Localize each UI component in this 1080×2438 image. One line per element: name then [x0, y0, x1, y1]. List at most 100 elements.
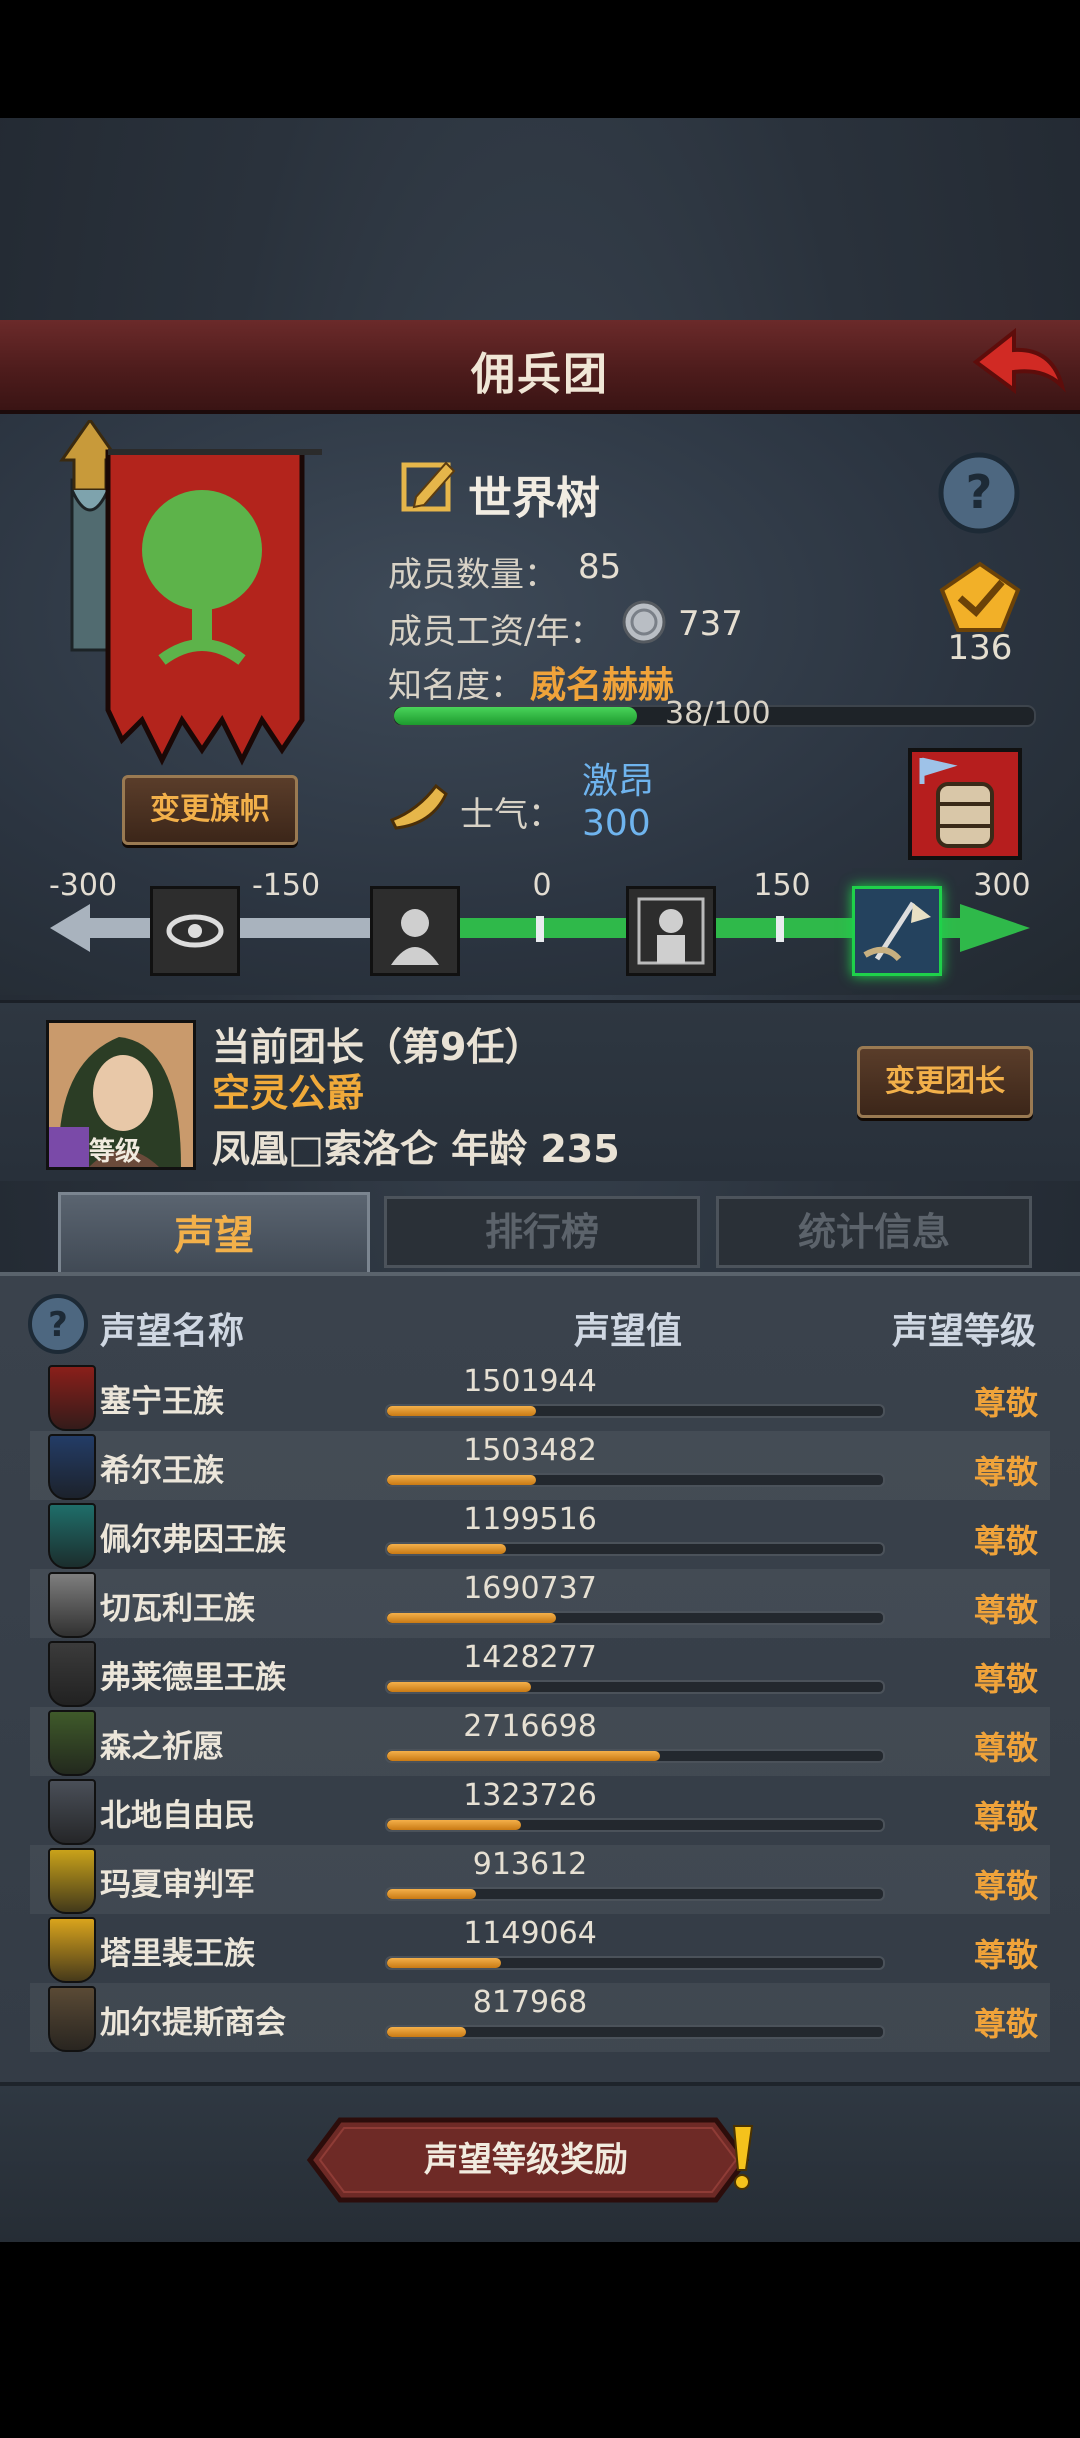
fame-progress-fill	[394, 707, 638, 725]
faction-emblem-icon	[48, 1917, 96, 1983]
person-icon[interactable]	[626, 886, 716, 976]
reputation-bar	[385, 1611, 885, 1625]
help-button[interactable]: ?	[936, 450, 1022, 536]
faction-emblem-icon	[48, 1572, 96, 1638]
change-flag-button[interactable]: 变更旗帜	[122, 775, 298, 845]
reputation-bar-fill	[387, 1889, 477, 1899]
reputation-bar	[385, 1887, 885, 1901]
morale-tick: -150	[251, 868, 321, 903]
reputation-bar	[385, 1680, 885, 1694]
reputation-value: 2716698	[463, 1709, 597, 1744]
reputation-bar	[385, 2025, 885, 2039]
morale-scale: -300 -150 0 150 300	[40, 860, 1040, 980]
faction-name: 切瓦利王族	[100, 1591, 255, 1627]
reputation-level: 尊敬	[973, 1867, 1038, 1905]
change-leader-button[interactable]: 变更团长	[857, 1046, 1033, 1118]
table-row[interactable]: 玛夏审判军 913612 尊敬	[30, 1845, 1050, 1914]
tab-reputation[interactable]: 声望	[58, 1192, 370, 1277]
reputation-bar-fill	[387, 2027, 467, 2037]
faction-name: 玛夏审判军	[100, 1867, 255, 1903]
title-bar: 佣兵团	[0, 320, 1080, 414]
reputation-value: 1690737	[463, 1571, 597, 1606]
table-row[interactable]: 弗莱德里王族 1428277 尊敬	[30, 1638, 1050, 1707]
reputation-reward-label: 声望等级奖励	[424, 2140, 628, 2180]
horn-icon	[388, 780, 450, 830]
leader-portrait[interactable]: 等级150	[46, 1020, 196, 1170]
table-row[interactable]: 切瓦利王族 1690737 尊敬	[30, 1569, 1050, 1638]
reputation-value: 1503482	[463, 1433, 597, 1468]
reputation-bar-fill	[387, 1544, 507, 1554]
faction-emblem-icon	[48, 1434, 96, 1500]
tab-ranking[interactable]: 排行榜	[384, 1196, 700, 1268]
morale-state: 激昂	[582, 761, 655, 802]
salary-label: 成员工资/年：	[388, 612, 604, 652]
table-row[interactable]: 塔里裴王族 1149064 尊敬	[30, 1914, 1050, 1983]
edit-icon[interactable]	[400, 455, 458, 513]
morale-tick: 300	[973, 868, 1031, 903]
magic-staff-icon	[49, 1127, 89, 1167]
reputation-reward-button[interactable]: 声望等级奖励	[306, 2116, 774, 2204]
faction-emblem-icon	[48, 1710, 96, 1776]
reputation-bar	[385, 1818, 885, 1832]
faction-name: 希尔王族	[100, 1453, 224, 1489]
barrel-icon[interactable]	[908, 748, 1022, 860]
fame-progress-text: 38/100	[665, 696, 771, 731]
table-row[interactable]: 佩尔弗因王族 1199516 尊敬	[30, 1500, 1050, 1569]
table-row[interactable]: 森之祈愿 2716698 尊敬	[30, 1707, 1050, 1776]
reputation-value: 817968	[472, 1985, 588, 2020]
back-arrow-icon	[972, 327, 1066, 394]
reputation-value: 1199516	[463, 1502, 597, 1537]
morale-value: 300	[582, 803, 651, 844]
header-reputation-name: 声望名称	[100, 1311, 245, 1352]
reputation-bar-fill	[387, 1958, 502, 1968]
reputation-bar	[385, 1956, 885, 1970]
leader-name-age: 凤凰□索洛仑 年龄 235	[212, 1127, 620, 1171]
page-title: 佣兵团	[471, 349, 609, 400]
reputation-value: 913612	[472, 1847, 588, 1882]
svg-text:?: ?	[966, 465, 993, 519]
table-row[interactable]: 塞宁王族 1501944 尊敬	[30, 1362, 1050, 1431]
eye-icon[interactable]	[150, 886, 240, 976]
badge-count: 136	[947, 628, 1013, 668]
table-row[interactable]: 北地自由民 1323726 尊敬	[30, 1776, 1050, 1845]
faction-name: 北地自由民	[100, 1798, 255, 1834]
morale-label: 士气：	[460, 795, 562, 835]
help-icon: ?	[28, 1294, 88, 1354]
table-row[interactable]: 加尔提斯商会 817968 尊敬	[30, 1983, 1050, 2052]
members-value: 85	[578, 547, 622, 587]
reputation-level: 尊敬	[973, 1660, 1038, 1698]
faction-emblem-icon	[48, 1641, 96, 1707]
reputation-value: 1323726	[463, 1778, 597, 1813]
reputation-bar-fill	[387, 1406, 536, 1416]
reputation-bar-fill	[387, 1682, 531, 1692]
reputation-level: 尊敬	[973, 1936, 1038, 1974]
faction-name: 森之祈愿	[100, 1729, 224, 1765]
reputation-bar	[385, 1404, 885, 1418]
morale-tick: -300	[48, 868, 118, 903]
guild-banner	[52, 417, 322, 770]
reputation-level: 尊敬	[973, 1798, 1038, 1836]
faction-name: 塔里裴王族	[100, 1936, 255, 1972]
reputation-bar	[385, 1542, 885, 1556]
leader-level-value: 150	[89, 1168, 143, 1170]
cowering-icon[interactable]	[370, 886, 460, 976]
faction-emblem-icon	[48, 1848, 96, 1914]
table-row[interactable]: 希尔王族 1503482 尊敬	[30, 1431, 1050, 1500]
faction-name: 弗莱德里王族	[100, 1660, 286, 1696]
help-icon: ?	[938, 452, 1020, 534]
banner-charge-icon[interactable]	[852, 886, 942, 976]
reputation-value: 1149064	[463, 1916, 597, 1951]
faction-name: 佩尔弗因王族	[100, 1522, 286, 1558]
reputation-bar	[385, 1749, 885, 1763]
header-reputation-level: 声望等级	[892, 1311, 1037, 1352]
faction-emblem-icon	[48, 1365, 96, 1431]
reputation-level: 尊敬	[973, 1384, 1038, 1422]
reputation-bar	[385, 1473, 885, 1487]
alert-icon	[732, 2125, 754, 2190]
reputation-help-button[interactable]: ?	[26, 1292, 90, 1356]
tab-statistics[interactable]: 统计信息	[716, 1196, 1032, 1268]
reputation-bar-fill	[387, 1613, 556, 1623]
salary-value: 737	[678, 604, 743, 644]
back-button[interactable]	[968, 322, 1068, 400]
faction-emblem-icon	[48, 1986, 96, 2052]
